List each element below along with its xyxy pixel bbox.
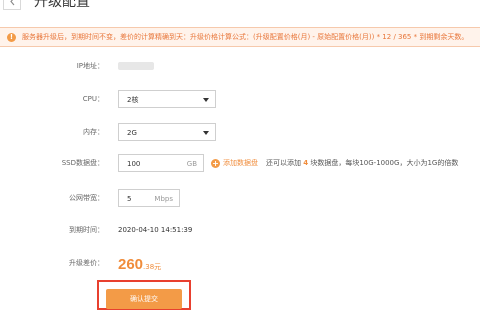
notice-bar: ! 服务器升级后，到期时间不变，差价的计算精确到天：升级价格计算公式：(升级配置…	[0, 27, 480, 47]
add-disk-button[interactable]: + 添加数据盘	[211, 157, 258, 169]
disk-hint-suffix: 块数据盘，每块10G-1000G，大小为1G的倍数	[310, 159, 459, 167]
price-main: 260	[118, 256, 144, 273]
bandwidth-label: 公网带宽：	[69, 194, 104, 202]
expire-value: 2020-04-10 14:51:39	[118, 226, 193, 234]
plus-circle-icon: +	[211, 158, 220, 168]
chevron-left-icon	[9, 0, 14, 5]
bandwidth-value: 5	[127, 195, 132, 203]
memory-label: 内存：	[83, 128, 104, 136]
bandwidth-input[interactable]: 5 Mbps	[118, 189, 180, 207]
confirm-button[interactable]: 确认提交	[106, 289, 182, 309]
back-button[interactable]	[3, 0, 21, 10]
ssd-size-value: 100	[127, 160, 141, 168]
confirm-highlight: 确认提交	[97, 280, 191, 310]
ssd-label: SSD数据盘：	[61, 159, 104, 167]
disk-hint-count: 4	[303, 159, 309, 167]
disk-hint: 还可以添加 4 块数据盘，每块10G-1000G，大小为1G的倍数	[266, 157, 458, 169]
warning-icon: !	[7, 32, 16, 42]
ip-value-masked	[118, 62, 154, 70]
ip-label: IP地址：	[76, 62, 104, 70]
cpu-select[interactable]: 2核	[118, 90, 216, 108]
memory-select[interactable]: 2G	[118, 123, 216, 141]
ssd-unit: GB	[186, 160, 197, 168]
price-sub: .38元	[143, 263, 162, 271]
ssd-size-input[interactable]: 100 GB	[118, 154, 204, 172]
memory-select-value: 2G	[127, 129, 137, 137]
notice-text: 服务器升级后，到期时间不变，差价的计算精确到天：升级价格计算公式：(升级配置价格…	[22, 33, 469, 41]
cpu-select-value: 2核	[127, 96, 139, 104]
caret-down-icon	[203, 131, 209, 135]
add-disk-label: 添加数据盘	[223, 159, 258, 167]
expire-label: 到期时间：	[69, 226, 104, 234]
page-title: 升级配置	[34, 0, 90, 10]
disk-hint-prefix: 还可以添加	[266, 159, 301, 167]
price-value: 260.38元	[118, 254, 161, 273]
price-label: 升级差价：	[69, 259, 104, 267]
cpu-label: CPU：	[82, 95, 104, 103]
caret-down-icon	[203, 98, 209, 102]
bandwidth-unit: Mbps	[154, 195, 173, 203]
